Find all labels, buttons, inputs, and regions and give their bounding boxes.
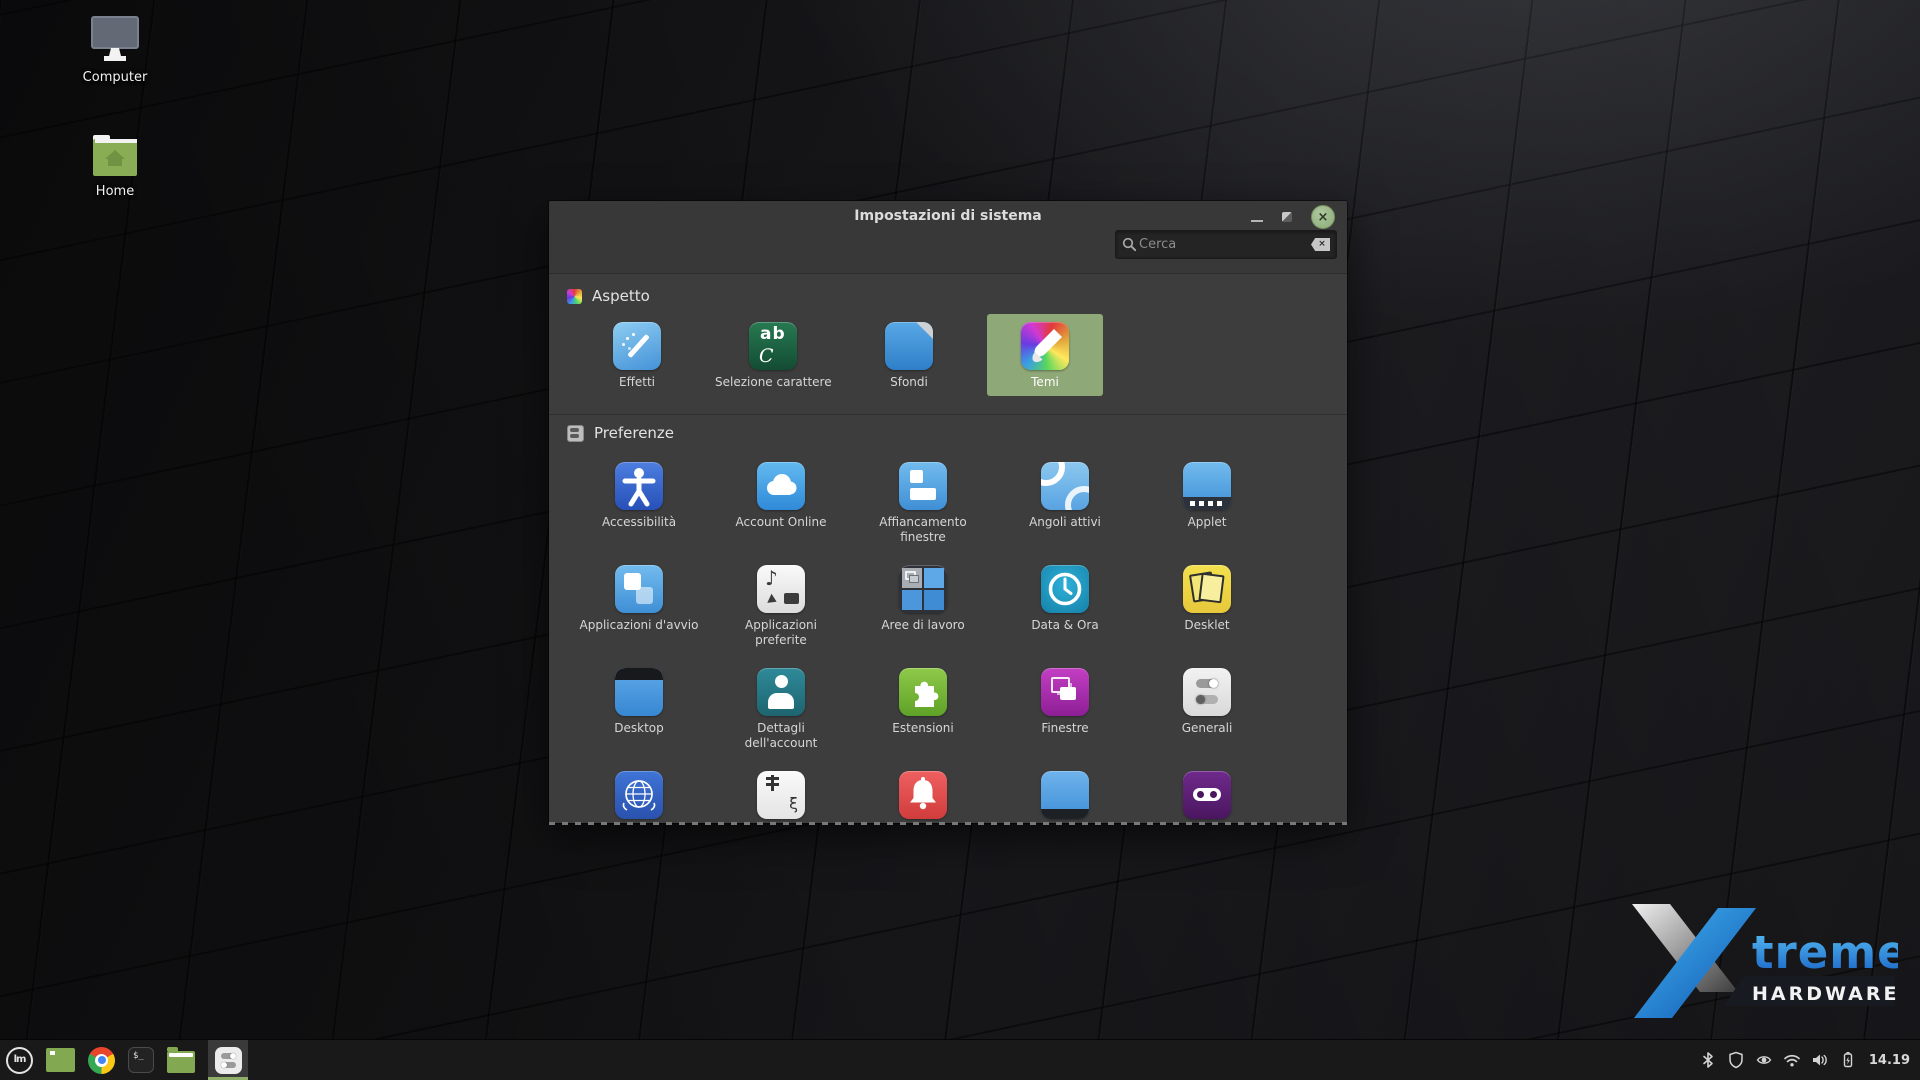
file-manager-icon[interactable] [167,1051,195,1073]
puzzle-piece-icon [899,668,947,716]
startup-applications-icon [615,565,663,613]
appearance-section-icon [567,289,582,304]
mint-logo-icon: lm [14,1055,26,1065]
magic-wand-icon [613,322,661,370]
settings-item-angoli-attivi[interactable]: Angoli attivi [1005,454,1125,557]
menu-button[interactable]: lm [6,1047,33,1074]
settings-item-input-method[interactable]: ξ [721,763,841,834]
logo-text-hardware: HARDWARE [1752,983,1898,1005]
wallpaper-icon [885,322,933,370]
settings-item-desktop[interactable]: Desktop [579,660,699,763]
show-desktop-icon[interactable] [46,1048,75,1072]
shield-icon[interactable] [1727,1051,1745,1069]
workspaces-icon [899,565,947,613]
maximize-button[interactable] [1282,212,1292,222]
settings-item-desklet[interactable]: Desklet [1147,557,1267,660]
clock[interactable]: 14.19 [1869,1053,1910,1068]
desktop-screen-icon [615,668,663,716]
section-title: Preferenze [594,424,674,442]
toggle-switches-icon [1183,668,1231,716]
preferences-section-icon [567,425,584,442]
settings-item-account-online[interactable]: Account Online [721,454,841,557]
clear-search-icon[interactable]: × [1311,238,1330,251]
sticky-notes-icon [1183,565,1231,613]
desktop: Computer Home [0,0,1920,1080]
screen-panel-icon [1041,771,1089,819]
preferred-applications-icon: ♪ [757,565,805,613]
panel-applets-icon [1183,462,1231,510]
preferenze-items-grid: Accessibilità Account Online Affiancamen… [549,454,1347,834]
system-settings-window: Impostazioni di sistema × × Aspet [549,201,1347,823]
stacked-windows-icon [1041,668,1089,716]
user-bust-icon [757,668,805,716]
home-folder-icon [65,128,165,180]
settings-item-notifications[interactable] [863,763,983,834]
settings-item-screen[interactable] [1005,763,1125,834]
battery-charging-icon[interactable] [1839,1051,1857,1069]
font-selection-icon: ab C [749,322,797,370]
settings-item-sfondi[interactable]: Sfondi [851,314,967,396]
settings-item-aree-di-lavoro[interactable]: Aree di lavoro [863,557,983,660]
un-globe-icon [615,771,663,819]
search-icon [1122,237,1137,252]
desktop-icon-label: Home [65,184,165,199]
themes-paintbrush-icon [1021,322,1069,370]
settings-item-selezione-carattere[interactable]: ab C Selezione carattere [715,314,831,396]
settings-item-affiancamento-finestre[interactable]: Affiancamento finestre [863,454,983,557]
system-settings-taskbar-button[interactable] [208,1040,248,1080]
desktop-icon-label: Computer [65,70,165,85]
minimize-button[interactable] [1251,220,1263,222]
settings-item-effetti[interactable]: Effetti [579,314,695,396]
aspetto-items-row: Effetti ab C Selezione carattere Sfondi [549,314,1347,396]
volume-icon[interactable] [1811,1051,1829,1069]
chrome-icon[interactable] [88,1047,115,1074]
desktop-icon-home[interactable]: Home [65,128,165,199]
clock-icon [1041,565,1089,613]
wifi-icon[interactable] [1783,1051,1801,1069]
window-tiling-icon [899,462,947,510]
settings-item-generali[interactable]: Generali [1147,660,1267,763]
search-input[interactable] [1137,236,1311,253]
cloud-icon [757,462,805,510]
nvidia-icon[interactable] [1755,1051,1773,1069]
xtreme-hardware-logo: treme HARDWARE [1626,902,1898,1024]
settings-item-applicazioni-avvio[interactable]: Applicazioni d'avvio [579,557,699,660]
notification-bell-icon [899,771,947,819]
terminal-icon[interactable]: $_ [128,1047,154,1073]
settings-content: Aspetto Effetti ab C Selezione carattere… [549,274,1347,834]
accessibility-icon [615,462,663,510]
titlebar[interactable]: Impostazioni di sistema × × [549,201,1347,274]
close-button[interactable]: × [1311,205,1335,229]
settings-item-dettagli-account[interactable]: Dettagli dell'account [721,660,841,763]
settings-item-estensioni[interactable]: Estensioni [863,660,983,763]
computer-monitor-icon [65,14,165,66]
settings-item-privacy[interactable] [1147,763,1267,834]
input-method-icon: ξ [757,771,805,819]
settings-item-applicazioni-preferite[interactable]: ♪ Applicazioni preferite [721,557,841,660]
settings-item-finestre[interactable]: Finestre [1005,660,1125,763]
bluetooth-icon[interactable] [1699,1051,1717,1069]
settings-item-applet[interactable]: Applet [1147,454,1267,557]
privacy-mask-icon [1183,771,1231,819]
settings-item-languages[interactable] [579,763,699,834]
hot-corners-icon [1041,462,1089,510]
search-box[interactable]: × [1115,230,1337,259]
section-header-aspetto: Aspetto [549,284,1347,308]
logo-text-treme: treme [1752,926,1898,979]
settings-item-accessibilita[interactable]: Accessibilità [579,454,699,557]
section-header-preferenze: Preferenze [549,421,1347,445]
desktop-icon-computer[interactable]: Computer [65,14,165,85]
section-divider [549,414,1347,415]
settings-toggles-icon [215,1047,242,1074]
section-title: Aspetto [592,287,650,305]
settings-item-temi[interactable]: Temi [987,314,1103,396]
settings-item-data-ora[interactable]: Data & Ora [1005,557,1125,660]
taskbar: lm $_ [0,1039,1920,1080]
window-title: Impostazioni di sistema [549,208,1347,224]
